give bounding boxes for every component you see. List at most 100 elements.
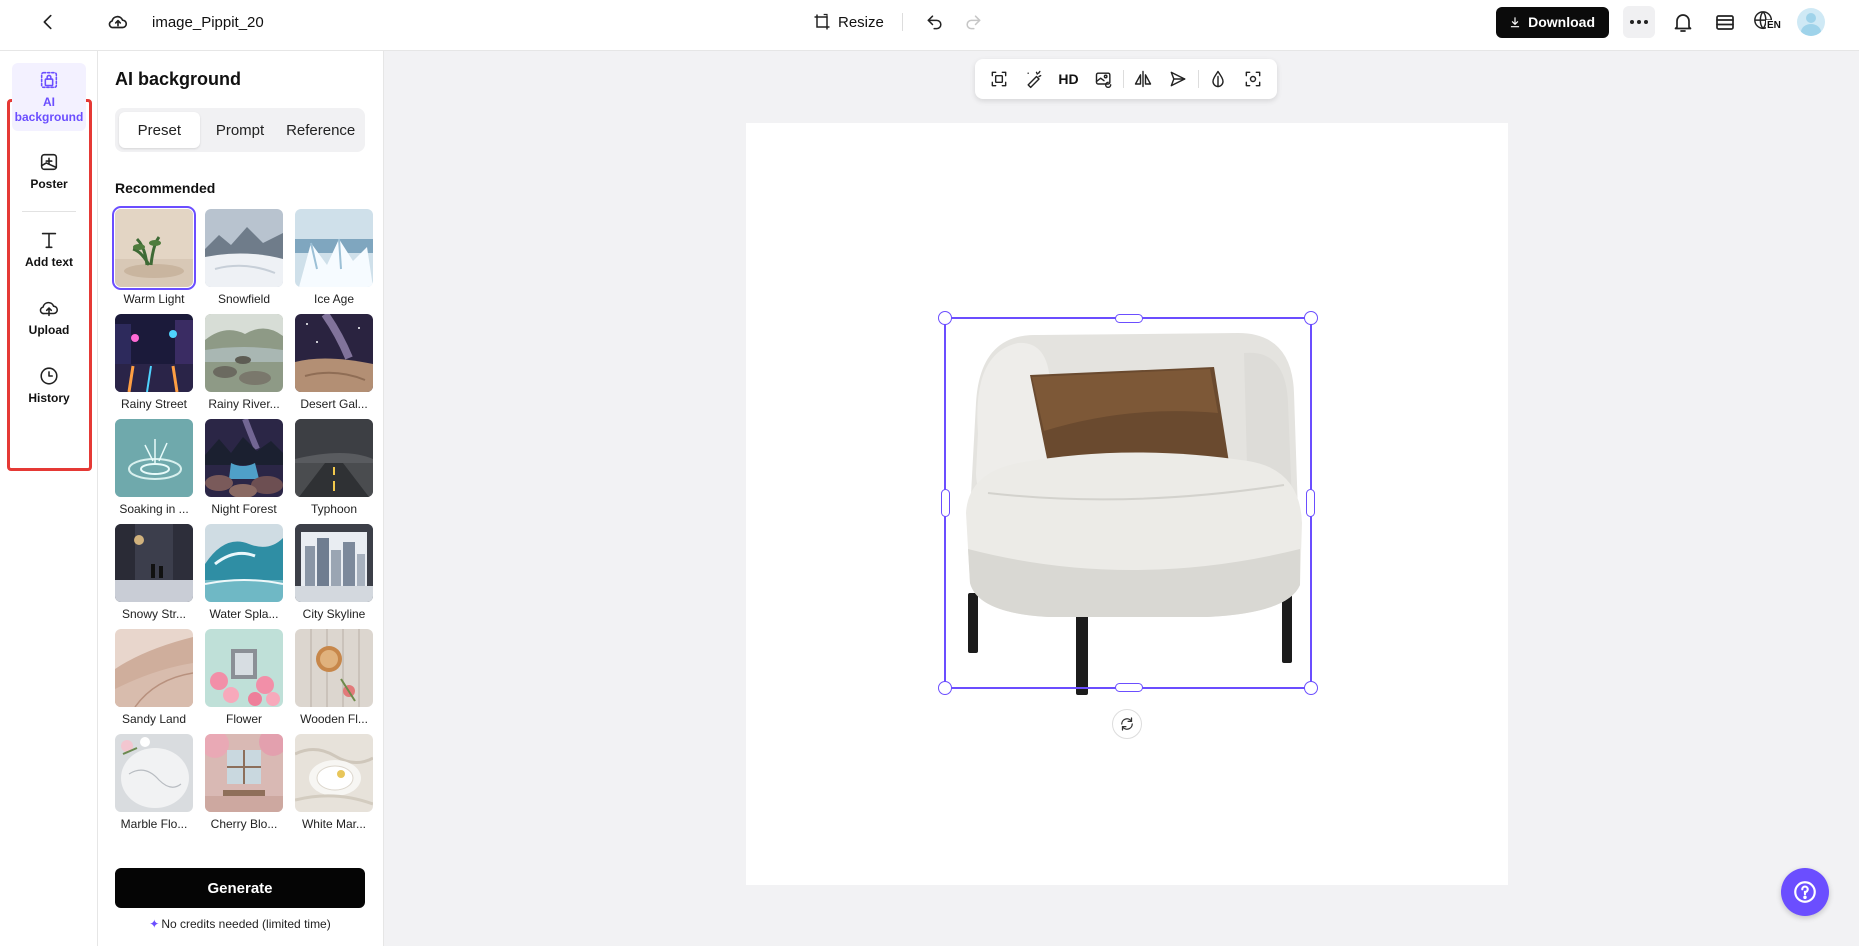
preset-thumbnail bbox=[112, 206, 196, 290]
preset-label: Flower bbox=[225, 712, 262, 726]
resize-handle-bottom[interactable] bbox=[1115, 683, 1143, 692]
preset-card-snowy-street[interactable]: Snowy Str... bbox=[115, 524, 193, 623]
send-icon[interactable] bbox=[1161, 63, 1196, 95]
resize-fit-icon[interactable] bbox=[981, 63, 1016, 95]
rail-item-upload[interactable]: Upload bbox=[12, 297, 86, 338]
download-icon bbox=[1511, 17, 1520, 28]
tab-reference[interactable]: Reference bbox=[280, 112, 361, 148]
preset-label: Rainy Street bbox=[120, 397, 188, 411]
language-code: EN bbox=[1766, 20, 1782, 31]
text-icon bbox=[41, 232, 57, 249]
resize-handle-right[interactable] bbox=[1306, 489, 1315, 517]
selection-box[interactable] bbox=[938, 311, 1318, 695]
resize-handle-top-right[interactable] bbox=[1304, 311, 1318, 325]
preset-label: Snowy Str... bbox=[121, 607, 187, 621]
resize-handle-left[interactable] bbox=[941, 489, 950, 517]
preset-card-water-splash[interactable]: Water Spla... bbox=[205, 524, 283, 623]
preset-label: Soaking in ... bbox=[119, 502, 189, 516]
resize-handle-bottom-right[interactable] bbox=[1304, 681, 1318, 695]
flip-icon[interactable] bbox=[1126, 63, 1161, 95]
generate-button[interactable]: Generate bbox=[115, 868, 365, 908]
resize-button[interactable]: Resize bbox=[812, 12, 884, 32]
preset-card-marble-floor[interactable]: Marble Flo... bbox=[115, 734, 193, 833]
back-arrow-icon[interactable] bbox=[34, 8, 62, 36]
rail-item-history[interactable]: History bbox=[12, 365, 86, 406]
cloud-save-icon[interactable] bbox=[104, 8, 132, 36]
credits-note: ✦ No credits needed (limited time) bbox=[115, 917, 365, 931]
divider bbox=[901, 13, 903, 31]
preset-thumbnail bbox=[115, 314, 193, 392]
preset-card-cherry-blossom[interactable]: Cherry Blo... bbox=[205, 734, 283, 833]
rail-item-label: Poster bbox=[30, 177, 68, 191]
hd-upscale-icon[interactable]: HD bbox=[1051, 63, 1086, 95]
preset-card-warm-light[interactable]: Warm Light bbox=[112, 206, 196, 308]
preset-card-white-marble[interactable]: White Mar... bbox=[295, 734, 373, 833]
undo-icon[interactable] bbox=[921, 8, 949, 36]
replace-image-icon[interactable] bbox=[1086, 63, 1121, 95]
download-button[interactable]: Download bbox=[1496, 6, 1609, 38]
preset-thumbnail bbox=[115, 524, 193, 602]
preset-card-desert-galaxy[interactable]: Desert Gal... bbox=[295, 314, 373, 413]
resize-handle-top[interactable] bbox=[1115, 314, 1143, 323]
file-name[interactable]: image_Pippit_20 bbox=[152, 14, 264, 31]
help-icon[interactable] bbox=[1781, 868, 1829, 916]
preset-card-typhoon[interactable]: Typhoon bbox=[295, 419, 373, 518]
preset-thumbnail bbox=[295, 629, 373, 707]
canvas-area: HD bbox=[384, 51, 1859, 946]
preset-label: City Skyline bbox=[302, 607, 366, 621]
rail-divider bbox=[22, 211, 76, 212]
layers-icon[interactable] bbox=[1711, 8, 1739, 36]
preset-card-wooden-floor[interactable]: Wooden Fl... bbox=[295, 629, 373, 728]
preset-thumbnail bbox=[115, 629, 193, 707]
credits-text: No credits needed (limited time) bbox=[161, 917, 331, 931]
preset-card-rainy-river[interactable]: Rainy River... bbox=[205, 314, 283, 413]
rotate-icon[interactable] bbox=[1112, 709, 1142, 739]
rail-item-poster[interactable]: Poster bbox=[12, 151, 86, 192]
preset-label: Rainy River... bbox=[208, 397, 280, 411]
language-switcher[interactable]: EN bbox=[1753, 8, 1783, 36]
preset-card-sandy-land[interactable]: Sandy Land bbox=[115, 629, 193, 728]
preset-label: Cherry Blo... bbox=[210, 817, 278, 831]
preset-label: White Mar... bbox=[301, 817, 366, 831]
ai-background-icon bbox=[40, 71, 58, 89]
avatar[interactable] bbox=[1797, 8, 1825, 36]
magic-eraser-icon[interactable] bbox=[1016, 63, 1051, 95]
bell-icon[interactable] bbox=[1669, 8, 1697, 36]
preset-label: Water Spla... bbox=[209, 607, 279, 621]
rail-item-label: History bbox=[28, 391, 70, 405]
preset-grid: Warm Light Snowfield Ice Age Rainy Stree… bbox=[112, 206, 377, 833]
poster-icon bbox=[40, 153, 58, 171]
resize-label: Resize bbox=[838, 13, 884, 31]
preset-card-city-skyline[interactable]: City Skyline bbox=[295, 524, 373, 623]
more-icon[interactable] bbox=[1623, 6, 1655, 38]
rail-item-label: Upload bbox=[28, 323, 70, 337]
preset-label: Sandy Land bbox=[121, 712, 187, 726]
preset-card-flower[interactable]: Flower bbox=[205, 629, 283, 728]
focus-icon[interactable] bbox=[1236, 63, 1271, 95]
rail-item-label: AI background bbox=[14, 95, 84, 124]
rail-item-add-text[interactable]: Add text bbox=[12, 229, 86, 270]
preset-thumbnail bbox=[295, 209, 373, 287]
rail-item-ai-background[interactable]: AI background bbox=[12, 63, 86, 131]
tab-prompt[interactable]: Prompt bbox=[200, 112, 281, 148]
preset-card-ice-age[interactable]: Ice Age bbox=[295, 209, 373, 308]
divider bbox=[1197, 70, 1199, 88]
preset-thumbnail bbox=[295, 419, 373, 497]
preset-card-snowfield[interactable]: Snowfield bbox=[205, 209, 283, 308]
preset-card-soaking-in[interactable]: Soaking in ... bbox=[115, 419, 193, 518]
tab-preset[interactable]: Preset bbox=[119, 112, 200, 148]
resize-handle-bottom-left[interactable] bbox=[938, 681, 952, 695]
preset-thumbnail bbox=[115, 734, 193, 812]
tool-rail: AI background Poster Add text Upload His… bbox=[0, 51, 98, 946]
preset-card-night-forest[interactable]: Night Forest bbox=[205, 419, 283, 518]
preset-label: Night Forest bbox=[211, 502, 277, 516]
ai-background-panel: AI background Preset Prompt Reference Re… bbox=[98, 51, 384, 946]
opacity-icon[interactable] bbox=[1201, 63, 1236, 95]
preset-label: Ice Age bbox=[313, 292, 355, 306]
preset-thumbnail bbox=[205, 419, 283, 497]
redo-icon[interactable] bbox=[959, 8, 987, 36]
resize-handle-top-left[interactable] bbox=[938, 311, 952, 325]
preset-thumbnail bbox=[295, 314, 373, 392]
upload-icon bbox=[39, 301, 59, 317]
preset-card-rainy-street[interactable]: Rainy Street bbox=[115, 314, 193, 413]
